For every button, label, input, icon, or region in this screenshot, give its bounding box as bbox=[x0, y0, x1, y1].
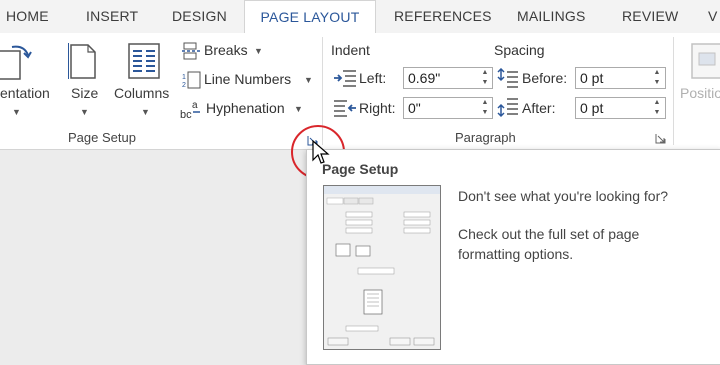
paragraph-dialog-launcher-icon[interactable] bbox=[655, 133, 666, 144]
tab-design[interactable]: DESIGN bbox=[172, 0, 227, 33]
tab-view[interactable]: V bbox=[708, 0, 718, 33]
tooltip-line-1: Don't see what you're looking for? bbox=[458, 188, 669, 204]
spacing-before-icon bbox=[497, 68, 518, 88]
dialog-preview-icon bbox=[324, 186, 440, 346]
svg-text:1: 1 bbox=[182, 74, 186, 81]
tab-home[interactable]: HOME bbox=[6, 0, 49, 33]
group-divider bbox=[673, 37, 674, 145]
svg-text:a: a bbox=[192, 100, 198, 111]
ribbon-tab-bar: HOME INSERT DESIGN PAGE LAYOUT REFERENCE… bbox=[0, 0, 720, 35]
page-setup-tooltip: Page Setup Don't see what you're looking… bbox=[306, 149, 720, 365]
chevron-down-icon: ▼ bbox=[294, 104, 303, 114]
breaks-icon bbox=[182, 42, 200, 60]
spacing-after-spinner[interactable]: ▲ ▼ bbox=[652, 98, 662, 118]
columns-button[interactable]: Columns ▼ bbox=[112, 33, 176, 123]
chevron-down-icon: ▼ bbox=[141, 107, 150, 117]
line-numbers-button[interactable]: 1 2 Line Numbers ▼ bbox=[180, 69, 315, 91]
size-label: Size bbox=[71, 85, 99, 101]
indent-left-label: Left: bbox=[359, 70, 387, 86]
columns-icon bbox=[128, 43, 160, 79]
chevron-down-icon: ▼ bbox=[254, 46, 263, 56]
indent-right-label: Right: bbox=[359, 100, 396, 116]
tooltip-title: Page Setup bbox=[322, 161, 399, 177]
spacing-after-label: After: bbox=[522, 100, 556, 116]
svg-text:bc: bc bbox=[180, 109, 192, 120]
indent-right-icon bbox=[334, 100, 356, 117]
spacing-heading: Spacing bbox=[494, 42, 545, 58]
tab-references[interactable]: REFERENCES bbox=[394, 0, 492, 33]
line-numbers-label: Line Numbers bbox=[204, 71, 292, 87]
spacing-before-label: Before: bbox=[522, 70, 568, 86]
position-icon bbox=[691, 43, 720, 79]
size-button[interactable]: Size ▼ bbox=[64, 33, 104, 123]
spacing-before-spinner[interactable]: ▲ ▼ bbox=[652, 68, 662, 88]
indent-heading: Indent bbox=[331, 42, 370, 58]
spacing-after-icon bbox=[497, 98, 518, 118]
position-button[interactable]: Positio bbox=[677, 33, 720, 123]
hyphenation-button[interactable]: bc a Hyphenation ▼ bbox=[180, 98, 315, 120]
hyphenation-icon: bc a bbox=[180, 100, 200, 120]
page-setup-group-label: Page Setup bbox=[68, 130, 136, 145]
ribbon-panel: entation ▼ Size ▼ Columns ▼ Breaks ▼ 1 2… bbox=[0, 33, 720, 150]
paragraph-group-label: Paragraph bbox=[455, 130, 516, 145]
orientation-label: entation bbox=[0, 85, 50, 101]
columns-label: Columns bbox=[114, 85, 170, 101]
chevron-down-icon: ▼ bbox=[304, 75, 313, 85]
orientation-icon bbox=[0, 45, 32, 80]
page-setup-dialog-thumbnail bbox=[323, 185, 441, 350]
indent-left-spinner[interactable]: ▲ ▼ bbox=[480, 68, 490, 88]
mouse-cursor-icon bbox=[312, 140, 330, 164]
page-size-icon bbox=[68, 43, 96, 79]
orientation-button[interactable]: entation ▼ bbox=[0, 33, 56, 123]
position-label: Positio bbox=[680, 85, 720, 101]
breaks-label: Breaks bbox=[204, 42, 248, 58]
svg-text:2: 2 bbox=[182, 82, 186, 89]
chevron-down-icon: ▼ bbox=[12, 107, 21, 117]
tooltip-line-3: formatting options. bbox=[458, 246, 574, 262]
line-numbers-icon: 1 2 bbox=[182, 71, 201, 89]
tab-insert[interactable]: INSERT bbox=[86, 0, 138, 33]
tab-review[interactable]: REVIEW bbox=[622, 0, 678, 33]
tooltip-line-2: Check out the full set of page bbox=[458, 226, 640, 242]
indent-right-spinner[interactable]: ▲ ▼ bbox=[480, 98, 490, 118]
indent-left-icon bbox=[334, 70, 356, 87]
chevron-down-icon: ▼ bbox=[80, 107, 89, 117]
tab-mailings[interactable]: MAILINGS bbox=[517, 0, 586, 33]
hyphenation-label: Hyphenation bbox=[206, 100, 285, 116]
breaks-button[interactable]: Breaks ▼ bbox=[180, 40, 280, 62]
tab-page-layout[interactable]: PAGE LAYOUT bbox=[244, 0, 376, 35]
